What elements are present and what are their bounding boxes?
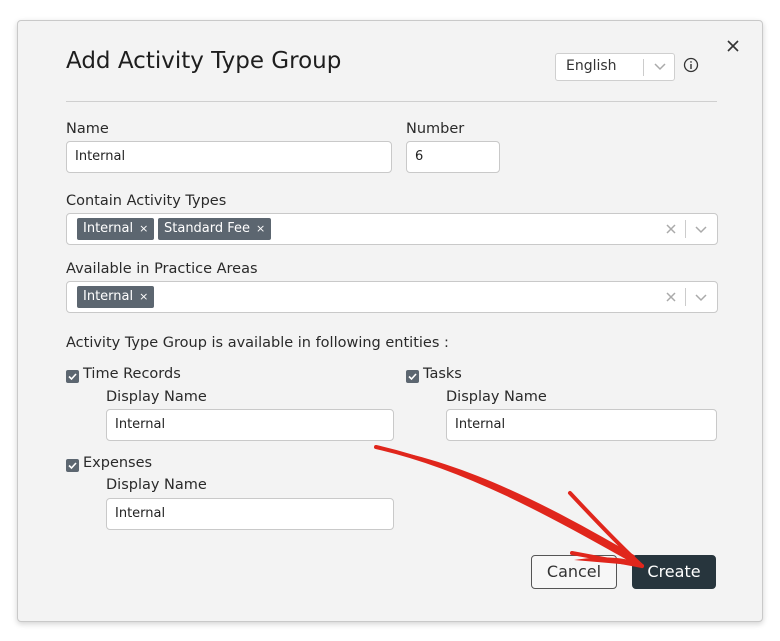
dialog-title: Add Activity Type Group	[66, 48, 342, 74]
tag-remove-icon[interactable]: ×	[139, 218, 148, 240]
close-icon[interactable]	[724, 37, 742, 55]
language-value: English	[566, 58, 617, 74]
check-icon	[68, 373, 77, 381]
practice-areas-label: Available in Practice Areas	[66, 261, 258, 277]
select-separator	[643, 59, 644, 76]
number-label: Number	[406, 121, 465, 137]
expenses-checkbox[interactable]	[66, 459, 79, 472]
number-input[interactable]: 6	[406, 141, 500, 173]
tag-remove-icon[interactable]: ×	[256, 218, 265, 240]
clear-icon[interactable]	[664, 222, 678, 236]
check-icon	[408, 373, 417, 381]
add-activity-type-group-dialog: Add Activity Type Group English Name Int…	[17, 20, 763, 622]
tasks-checkbox[interactable]	[406, 370, 419, 383]
info-icon[interactable]	[683, 57, 699, 73]
chevron-down-icon[interactable]	[694, 222, 708, 236]
create-button[interactable]: Create	[632, 555, 716, 589]
expenses-display-name-input[interactable]: Internal	[106, 498, 394, 530]
expenses-display-name-label: Display Name	[106, 477, 207, 493]
tag-internal: Internal ×	[77, 218, 155, 240]
tag-label: Internal	[83, 221, 134, 236]
tag-label: Internal	[83, 289, 134, 304]
language-select[interactable]: English	[555, 53, 675, 81]
expenses-label: Expenses	[83, 455, 153, 471]
select-separator	[685, 288, 686, 306]
tag-label: Standard Fee	[164, 221, 251, 236]
tasks-label: Tasks	[423, 366, 462, 382]
time-records-display-name-input[interactable]: Internal	[106, 409, 394, 441]
tasks-display-name-input[interactable]: Internal	[446, 409, 717, 441]
time-records-label: Time Records	[83, 366, 181, 382]
activity-types-multiselect[interactable]: Internal × Standard Fee ×	[66, 213, 718, 245]
time-records-display-name-label: Display Name	[106, 389, 207, 405]
chevron-down-icon[interactable]	[694, 290, 708, 304]
tasks-display-name-label: Display Name	[446, 389, 547, 405]
tag-internal: Internal ×	[77, 286, 155, 308]
chevron-down-icon	[654, 63, 666, 71]
name-label: Name	[66, 121, 109, 137]
select-separator	[685, 220, 686, 238]
entities-label: Activity Type Group is available in foll…	[66, 335, 449, 351]
tag-remove-icon[interactable]: ×	[139, 286, 148, 308]
name-input[interactable]: Internal	[66, 141, 392, 173]
time-records-checkbox[interactable]	[66, 370, 79, 383]
clear-icon[interactable]	[664, 290, 678, 304]
cancel-button[interactable]: Cancel	[531, 555, 617, 589]
header-divider	[66, 101, 717, 102]
check-icon	[68, 462, 77, 470]
tag-standard-fee: Standard Fee ×	[158, 218, 272, 240]
practice-areas-multiselect[interactable]: Internal ×	[66, 281, 718, 313]
activity-types-label: Contain Activity Types	[66, 193, 227, 209]
